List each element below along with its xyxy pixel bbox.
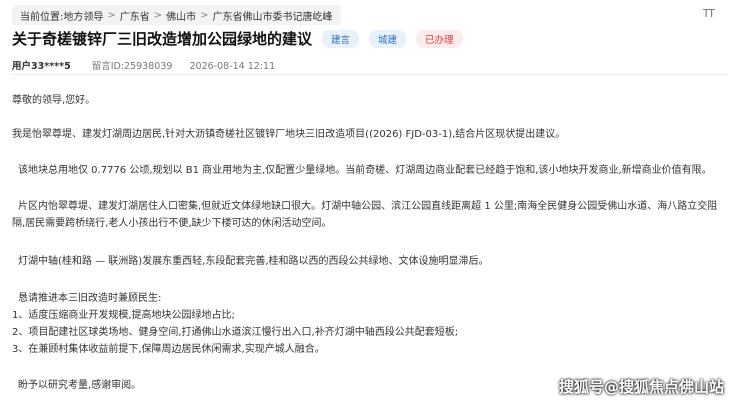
breadcrumb-item-leader[interactable]: 广东省佛山市委书记唐屹峰: [213, 8, 333, 23]
message-meta: 用户33****5 留言ID:25938039 2026-08-14 12:11: [12, 58, 275, 72]
breadcrumb-item-local-leaders[interactable]: 地方领导: [63, 8, 103, 23]
breadcrumb-separator: >: [107, 9, 116, 21]
page-title: 关于奇槎镀锌厂三旧改造增加公园绿地的建议: [12, 30, 313, 48]
tag-suggestion: 建言: [322, 29, 360, 48]
request-intro: 恳请推进本三旧改造时兼顾民生:: [18, 293, 162, 304]
status-badge: 已办理: [416, 29, 463, 48]
user-name: 用户33****5: [12, 61, 71, 72]
watermark: 搜狐号@搜狐焦点佛山站: [558, 378, 724, 396]
breadcrumb-separator: >: [153, 9, 163, 21]
meta-separator: [179, 61, 182, 72]
paragraph-land: 该地块总用地仅 0.7776 公顷,规划以 B1 商业用地为主,仅配置少量绿地。…: [18, 165, 712, 176]
breadcrumb-separator: >: [200, 9, 209, 21]
paragraph-intro: 我是怡翠尊堤、建发灯湖周边居民,针对大沥镇奇槎社区镀锌厂地块三旧改造项目((20…: [12, 129, 566, 140]
greeting: 尊敬的领导,您好。: [12, 95, 96, 106]
request-item: 2、项目配建社区球类场地、健身空间,打通佛山水道滨江慢行出入口,补齐灯湖中轴西段…: [12, 327, 459, 338]
breadcrumb: 当前位置: 地方领导 > 广东省 > 佛山市 > 广东省佛山市委书记唐屹峰: [12, 5, 341, 25]
message-id: 留言ID:25938039: [91, 61, 173, 72]
paragraph-axis: 灯湖中轴(桂和路 — 联洲路)发展东重西轻,东段配套完善,桂和路以西的西段公共绿…: [18, 256, 489, 267]
message-datetime: 2026-08-14 12:11: [189, 61, 276, 72]
font-size-icon[interactable]: TT: [703, 7, 715, 20]
divider: [12, 74, 728, 75]
paragraph-residents: 片区内怡翠尊堤、建发灯湖居住人口密集,但就近文体绿地缺口很大。灯湖中轴公园、滨江…: [12, 201, 718, 229]
breadcrumb-item-province[interactable]: 广东省: [120, 8, 150, 23]
breadcrumb-item-city[interactable]: 佛山市: [166, 8, 196, 23]
breadcrumb-label: 当前位置:: [20, 11, 64, 23]
tag-urban-construction: 城建: [369, 29, 407, 48]
title-row: 关于奇槎镀锌厂三旧改造增加公园绿地的建议 建言 城建 已办理: [12, 28, 463, 49]
request-item: 3、在兼顾村集体收益前提下,保障周边居民休闲需求,实现产城人融合。: [12, 344, 325, 355]
request-item: 1、适度压缩商业开发规模,提高地块公园绿地占比;: [12, 310, 235, 321]
